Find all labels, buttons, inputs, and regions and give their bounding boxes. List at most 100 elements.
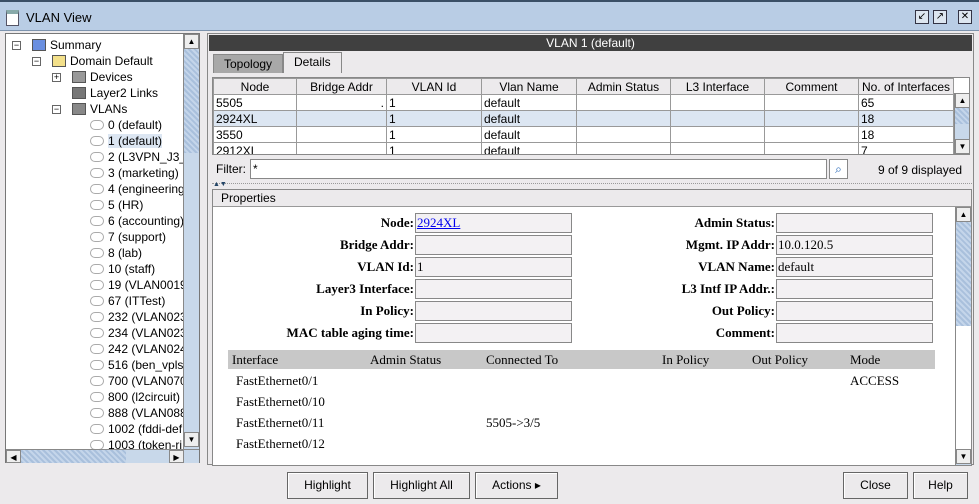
property-field[interactable] <box>415 279 572 299</box>
splitter[interactable] <box>212 183 972 184</box>
scrollbar-thumb[interactable] <box>21 450 126 463</box>
search-icon[interactable]: ⌕ <box>829 159 848 179</box>
table-row[interactable]: 5505. 1 default 65 <box>213 94 954 111</box>
tree-item[interactable]: 3 (marketing) <box>90 165 179 181</box>
column-header[interactable]: L3 Interface <box>670 78 765 95</box>
property-field[interactable] <box>415 235 572 255</box>
interface-column-header: Out Policy <box>752 352 808 367</box>
scroll-left-icon[interactable]: ◀ <box>6 450 21 463</box>
column-header[interactable]: No. of Interfaces <box>858 78 954 95</box>
property-field[interactable] <box>415 301 572 321</box>
property-field[interactable] <box>776 323 933 343</box>
property-field[interactable]: default <box>776 257 933 277</box>
tree-item[interactable]: 242 (VLAN024 <box>90 341 187 357</box>
splitter-arrows-icon[interactable]: ▲▼ <box>213 181 227 188</box>
minimize-icon[interactable]: ↙ <box>915 10 929 24</box>
filter-input[interactable]: * <box>250 159 827 179</box>
highlight-all-button[interactable]: Highlight All <box>373 472 470 499</box>
tree-item[interactable]: 8 (lab) <box>90 245 142 261</box>
close-button[interactable]: Close <box>843 472 908 499</box>
property-field[interactable]: 1 <box>415 257 572 277</box>
scroll-down-icon[interactable]: ▼ <box>184 432 199 447</box>
tree-horizontal-scrollbar[interactable]: ◀ ▶ <box>6 449 199 463</box>
tree-item-label: 19 (VLAN0019 <box>108 278 187 292</box>
tree-item[interactable]: 0 (default) <box>90 117 162 133</box>
tree-item-label: 0 (default) <box>108 118 163 132</box>
close-window-icon[interactable]: ✕ <box>958 10 972 24</box>
tree-item-label: 516 (ben_vpls <box>108 358 184 372</box>
scroll-down-icon[interactable]: ▼ <box>955 139 969 154</box>
column-header[interactable]: Comment <box>764 78 859 95</box>
tree-item[interactable]: 800 (l2circuit) <box>90 389 180 405</box>
property-label: In Policy: <box>360 303 414 318</box>
tree-item[interactable]: 7 (support) <box>90 229 166 245</box>
scroll-up-icon[interactable]: ▲ <box>955 93 969 108</box>
table-cell <box>576 126 671 143</box>
column-header[interactable]: Vlan Name <box>481 78 577 95</box>
tree-item[interactable]: 5 (HR) <box>90 197 143 213</box>
column-header[interactable]: Node <box>213 78 297 95</box>
tree-item[interactable]: 6 (accounting) <box>90 213 184 229</box>
tree-item[interactable]: Domain Default <box>52 53 153 69</box>
expand-icon[interactable]: + <box>52 73 61 82</box>
tree-item-label: 67 (ITTest) <box>108 294 166 308</box>
tree-item[interactable]: Summary <box>32 37 101 53</box>
tree-item[interactable]: 1002 (fddi-def <box>90 421 182 437</box>
property-field[interactable] <box>776 301 933 321</box>
property-field[interactable] <box>776 279 933 299</box>
scrollbar-thumb[interactable] <box>184 49 199 153</box>
scroll-up-icon[interactable]: ▲ <box>184 34 199 49</box>
property-field[interactable] <box>776 213 933 233</box>
tree-item[interactable]: 4 (engineering <box>90 181 185 197</box>
nodes-table: Node Bridge Addr VLAN Id Vlan Name Admin Sta… <box>212 77 970 155</box>
tab-details[interactable]: Details <box>283 52 342 73</box>
maximize-icon[interactable]: ↗ <box>933 10 947 24</box>
table-row[interactable]: 2912XL 1 default 7 <box>213 142 954 154</box>
tree-item[interactable]: 1 (default) <box>90 133 163 149</box>
tree-item[interactable]: Devices <box>72 69 133 85</box>
table-row[interactable]: 3550 1 default 18 <box>213 126 954 143</box>
table-cell <box>296 126 387 143</box>
tree-item-label: 232 (VLAN023 <box>108 310 187 324</box>
actions-button[interactable]: Actions ▸ <box>475 472 558 499</box>
tree-item[interactable]: 10 (staff) <box>90 261 155 277</box>
tree-item[interactable]: 888 (VLAN088 <box>90 405 187 421</box>
column-header[interactable]: Admin Status <box>576 78 671 95</box>
tree-vertical-scrollbar[interactable]: ▲ ▼ <box>183 34 199 449</box>
node-icon <box>72 87 86 99</box>
collapse-icon[interactable]: − <box>52 105 61 114</box>
tree-item[interactable]: 67 (ITTest) <box>90 293 165 309</box>
interface-column-header: Interface <box>232 352 279 367</box>
vlan-icon <box>90 296 104 306</box>
tab-topology[interactable]: Topology <box>213 54 284 73</box>
property-field[interactable]: 2924XL <box>415 213 572 233</box>
vlan-icon <box>90 376 104 386</box>
tree-item[interactable]: Layer2 Links <box>72 85 158 101</box>
property-field[interactable] <box>415 323 572 343</box>
table-row[interactable]: 2924XL 1 default 18 <box>213 110 954 127</box>
property-field[interactable]: 10.0.120.5 <box>776 235 933 255</box>
tree-item[interactable]: VLANs <box>72 101 127 117</box>
collapse-icon[interactable]: − <box>12 41 21 50</box>
scrollbar-thumb[interactable] <box>955 108 969 124</box>
scroll-right-icon[interactable]: ▶ <box>169 450 184 463</box>
properties-scrollbar[interactable]: ▲ ▼ <box>955 207 971 465</box>
scroll-down-icon[interactable]: ▼ <box>956 449 971 464</box>
help-button[interactable]: Help <box>913 472 968 499</box>
tree-item[interactable]: 234 (VLAN023 <box>90 325 187 341</box>
tree-item[interactable]: 516 (ben_vpls <box>90 357 183 373</box>
column-header[interactable]: Bridge Addr <box>296 78 387 95</box>
tree-item[interactable]: 19 (VLAN0019 <box>90 277 187 293</box>
vlan-icon <box>90 392 104 402</box>
tree-item[interactable]: 700 (VLAN070 <box>90 373 187 389</box>
collapse-icon[interactable]: − <box>32 57 41 66</box>
column-header[interactable]: VLAN Id <box>386 78 482 95</box>
tree-item[interactable]: 232 (VLAN023 <box>90 309 187 325</box>
tree-item[interactable]: 2 (L3VPN_J3_ <box>90 149 186 165</box>
highlight-button[interactable]: Highlight <box>287 472 368 499</box>
node-link[interactable]: 2924XL <box>417 215 460 230</box>
table-scrollbar[interactable]: ▲ ▼ <box>954 93 969 154</box>
scroll-up-icon[interactable]: ▲ <box>956 207 971 222</box>
scrollbar-thumb[interactable] <box>956 222 971 326</box>
table-cell: default <box>481 142 577 154</box>
